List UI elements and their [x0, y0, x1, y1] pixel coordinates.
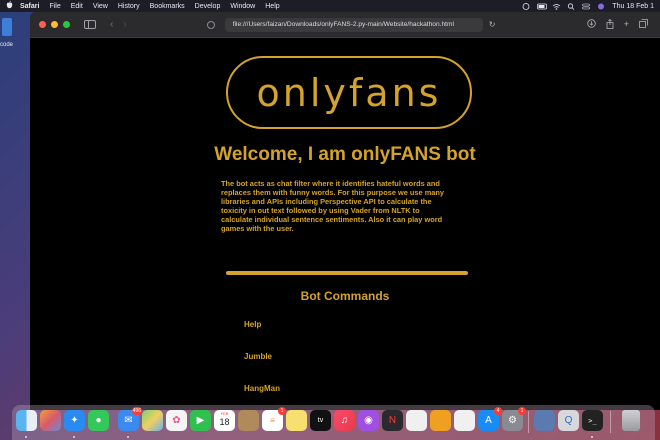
dock: ✦ ● ✉ 496 ✿ ▶ FEB 18 ≡ 1 tv ♫ ◉ N A 4 ⚙: [12, 405, 655, 440]
section-divider: [226, 271, 468, 275]
sidebar-toggle-icon[interactable]: [84, 20, 96, 29]
menu-view[interactable]: View: [93, 3, 108, 10]
mail-icon[interactable]: ✉ 496: [118, 407, 142, 431]
notes-icon[interactable]: [286, 410, 307, 431]
logo-text: onlyfans: [256, 70, 442, 115]
page-title: Welcome, I am onlyFANS bot: [214, 144, 476, 165]
launchpad-icon[interactable]: [40, 410, 61, 431]
back-arrow-icon[interactable]: ‹: [110, 19, 113, 30]
contacts-icon[interactable]: [238, 410, 259, 431]
web-page: onlyfans Welcome, I am onlyFANS bot The …: [30, 38, 660, 410]
menu-window[interactable]: Window: [230, 3, 255, 10]
bot-description: The bot acts as chat filter where it ide…: [221, 179, 444, 233]
reminders-badge: 1: [278, 407, 286, 415]
dock-separator-2: [610, 411, 611, 433]
wifi-icon[interactable]: [552, 3, 561, 10]
finder-running-indicator: [25, 436, 27, 438]
window-controls: [39, 21, 70, 28]
maps-icon[interactable]: [142, 410, 163, 431]
menu-develop[interactable]: Develop: [195, 3, 221, 10]
mail-badge: 496: [131, 407, 142, 415]
calendar-icon[interactable]: FEB 18: [214, 410, 235, 431]
calendar-month: FEB: [220, 411, 229, 416]
app-store-icon[interactable]: A 4: [478, 407, 502, 431]
preview-icon[interactable]: [534, 410, 555, 431]
finder-icon[interactable]: [16, 410, 37, 431]
menu-history[interactable]: History: [118, 3, 140, 10]
messages-icon[interactable]: ●: [88, 410, 109, 431]
downloads-icon[interactable]: [587, 18, 596, 31]
terminal-icon[interactable]: >_: [582, 410, 603, 431]
calendar-day: 18: [219, 417, 230, 427]
mail-running-indicator: [127, 436, 129, 438]
command-jumble[interactable]: Jumble: [244, 352, 272, 361]
safari-window: ‹ › file:///Users/faizan/Downloads/onlyF…: [30, 12, 660, 410]
trash-icon[interactable]: [622, 410, 640, 431]
toolbar-actions: +: [587, 18, 648, 31]
safari-icon[interactable]: ✦: [64, 410, 85, 431]
browser-toolbar: ‹ › file:///Users/faizan/Downloads/onlyF…: [30, 12, 660, 38]
share-icon[interactable]: [606, 18, 614, 31]
reload-icon[interactable]: ↻: [489, 20, 496, 29]
apple-menu-icon[interactable]: [6, 1, 14, 11]
address-bar-url: file:///Users/faizan/Downloads/onlyFANS-…: [232, 21, 454, 28]
close-window-button[interactable]: [39, 21, 46, 28]
command-hangman[interactable]: HangMan: [244, 384, 280, 393]
pages-icon[interactable]: [430, 410, 451, 431]
dock-separator: [528, 411, 529, 433]
news-icon[interactable]: N: [382, 410, 403, 431]
photos-icon[interactable]: ✿: [166, 410, 187, 431]
reminders-icon[interactable]: ≡ 1: [262, 407, 286, 431]
menu-edit[interactable]: Edit: [71, 3, 83, 10]
menu-bookmarks[interactable]: Bookmarks: [150, 3, 185, 10]
forward-arrow-icon[interactable]: ›: [123, 19, 126, 30]
keynote-icon[interactable]: [454, 410, 475, 431]
menu-file[interactable]: File: [49, 3, 60, 10]
menu-bar: Safari File Edit View History Bookmarks …: [0, 0, 660, 12]
quicktime-icon[interactable]: Q: [558, 410, 579, 431]
onlyfans-logo: onlyfans: [226, 56, 472, 129]
menu-safari[interactable]: Safari: [20, 3, 39, 10]
facetime-icon[interactable]: ▶: [190, 410, 211, 431]
new-tab-icon[interactable]: +: [624, 19, 629, 31]
commands-heading: Bot Commands: [300, 289, 390, 303]
control-center-icon[interactable]: [582, 3, 591, 10]
siri-icon[interactable]: [597, 3, 605, 10]
app-store-badge: 4: [494, 407, 502, 415]
apple-tv-label: tv: [317, 417, 324, 424]
music-icon[interactable]: ♫: [334, 410, 355, 431]
minimize-window-button[interactable]: [51, 21, 58, 28]
menubar-clock[interactable]: Thu 18 Feb 1: [612, 3, 654, 10]
fullscreen-window-button[interactable]: [63, 21, 70, 28]
spotlight-icon[interactable]: [567, 2, 575, 10]
tab-overview-icon[interactable]: [639, 18, 648, 31]
system-preferences-icon[interactable]: ⚙ 1: [502, 407, 526, 431]
desktop-item-label: code: [0, 42, 14, 48]
numbers-icon[interactable]: [406, 410, 427, 431]
command-help[interactable]: Help: [244, 320, 261, 329]
podcasts-icon[interactable]: ◉: [358, 410, 379, 431]
address-bar[interactable]: file:///Users/faizan/Downloads/onlyFANS-…: [224, 17, 483, 32]
system-preferences-badge: 1: [518, 407, 526, 415]
privacy-shield-icon[interactable]: [206, 20, 215, 29]
apple-tv-icon[interactable]: tv: [310, 410, 331, 431]
status-icon[interactable]: [522, 2, 530, 10]
battery-icon[interactable]: [537, 3, 548, 10]
terminal-running-indicator: [591, 436, 593, 438]
safari-running-indicator: [73, 436, 75, 438]
desktop-folder-icon[interactable]: [2, 18, 12, 36]
menu-help[interactable]: Help: [265, 3, 279, 10]
